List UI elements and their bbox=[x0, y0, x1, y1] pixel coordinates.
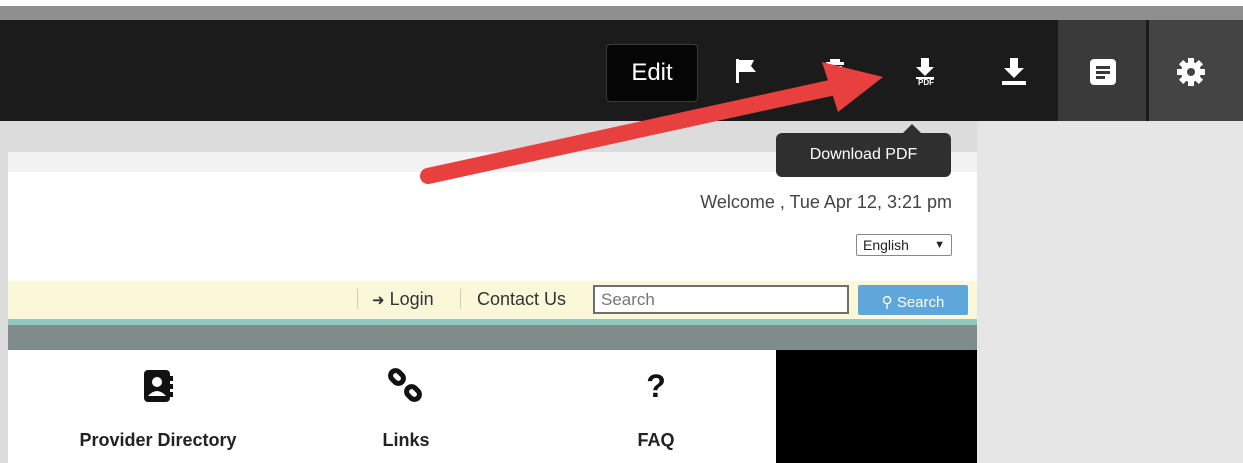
annotation-arrow bbox=[420, 62, 883, 184]
